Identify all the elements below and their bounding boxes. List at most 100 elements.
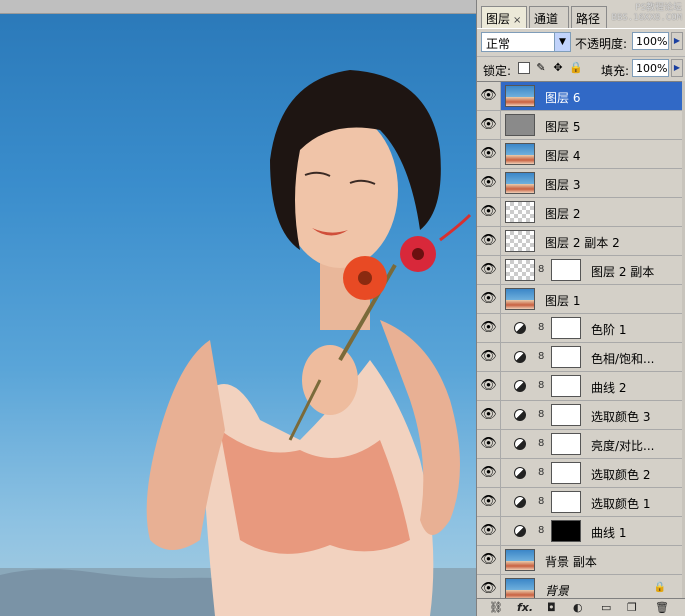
layer-name: 图层 4: [545, 149, 581, 163]
tab-channels[interactable]: 通道: [529, 6, 569, 28]
link-icon[interactable]: ⛓: [489, 601, 503, 615]
adjustment-layer-icon: [514, 380, 526, 392]
eye-icon[interactable]: 👁: [477, 82, 501, 110]
eye-icon[interactable]: 👁: [477, 285, 501, 313]
mask-link-icon[interactable]: 8: [538, 467, 544, 478]
lock-brush-icon[interactable]: ✎: [535, 62, 547, 74]
eye-icon[interactable]: 👁: [477, 517, 501, 545]
layer-row[interactable]: 👁 8 曲线 2: [477, 372, 685, 401]
layer-list: 👁 图层 6 👁 图层 5 👁 图层 4 👁 图层 3 👁 图层 2 👁 图层 2 副本 2 👁 8 图层 …: [477, 81, 685, 604]
petals: [439, 213, 472, 242]
layer-row[interactable]: 👁 图层 5: [477, 111, 685, 140]
eye-icon[interactable]: 👁: [477, 459, 501, 487]
eye-icon[interactable]: 👁: [477, 430, 501, 458]
layer-row[interactable]: 👁 8 色相/饱和...: [477, 343, 685, 372]
eye-icon[interactable]: 👁: [477, 256, 501, 284]
adjustment-layer-icon: [514, 438, 526, 450]
layer-name: 图层 2 副本 2: [545, 236, 620, 250]
layer-row[interactable]: 👁 8 曲线 1: [477, 517, 685, 546]
layer-name: 图层 3: [545, 178, 581, 192]
layer-row[interactable]: 👁 8 选取颜色 1: [477, 488, 685, 517]
mask-link-icon[interactable]: 8: [538, 525, 544, 536]
layer-name: 色阶 1: [591, 323, 627, 337]
layer-row[interactable]: 👁 图层 3: [477, 169, 685, 198]
layer-mask-thumbnail[interactable]: [551, 491, 581, 513]
eye-icon[interactable]: 👁: [477, 111, 501, 139]
layer-thumbnail[interactable]: [505, 85, 535, 107]
lock-move-icon[interactable]: ✥: [552, 62, 564, 74]
opacity-input[interactable]: 100%: [632, 32, 669, 50]
eye-icon[interactable]: 👁: [477, 198, 501, 226]
layer-mask-thumbnail[interactable]: [551, 433, 581, 455]
layer-row[interactable]: 👁 图层 2: [477, 198, 685, 227]
layer-row[interactable]: 👁 图层 6: [477, 82, 685, 111]
chevron-down-icon[interactable]: ▼: [554, 33, 570, 51]
lock-label: 锁定:: [483, 64, 512, 78]
layer-row[interactable]: 👁 8 选取颜色 3: [477, 401, 685, 430]
layer-row[interactable]: 👁 图层 2 副本 2: [477, 227, 685, 256]
layer-row[interactable]: 👁 8 选取颜色 2: [477, 459, 685, 488]
tab-close-icon[interactable]: ×: [513, 15, 521, 26]
eye-icon[interactable]: 👁: [477, 546, 501, 574]
layer-mask-thumbnail[interactable]: [551, 259, 581, 281]
layer-thumbnail[interactable]: [505, 172, 535, 194]
layer-thumbnail[interactable]: [505, 230, 535, 252]
tab-paths[interactable]: 路径: [571, 6, 607, 28]
mask-link-icon[interactable]: 8: [538, 380, 544, 391]
layer-thumbnail[interactable]: [505, 288, 535, 310]
blend-mode-value: 正常: [486, 37, 511, 51]
trash-icon[interactable]: 🗑: [655, 601, 669, 615]
layer-row[interactable]: 👁 背景 副本: [477, 546, 685, 575]
mask-icon[interactable]: ◘: [547, 601, 556, 615]
adjustment-layer-icon: [514, 351, 526, 363]
layer-mask-thumbnail[interactable]: [551, 462, 581, 484]
eye-icon[interactable]: 👁: [477, 372, 501, 400]
mask-link-icon[interactable]: 8: [538, 496, 544, 507]
layer-row[interactable]: 👁 图层 1: [477, 285, 685, 314]
eye-icon[interactable]: 👁: [477, 140, 501, 168]
photo-canvas[interactable]: [0, 0, 478, 616]
tab-paths-label: 路径: [576, 12, 601, 26]
lock-all-icon[interactable]: 🔒: [569, 62, 583, 74]
fill-arrow-icon[interactable]: ▶: [671, 59, 683, 77]
layer-lock-icon: 🔒: [653, 582, 666, 593]
layer-thumbnail[interactable]: [505, 549, 535, 571]
eye-icon[interactable]: 👁: [477, 488, 501, 516]
fill-value: 100%: [636, 62, 668, 75]
folder-icon[interactable]: ▭: [601, 601, 611, 615]
mask-link-icon[interactable]: 8: [538, 438, 544, 449]
blend-mode-select[interactable]: 正常 ▼: [481, 32, 571, 52]
eye-icon[interactable]: 👁: [477, 401, 501, 429]
layer-thumbnail[interactable]: [505, 259, 535, 281]
eye-icon[interactable]: 👁: [477, 169, 501, 197]
eye-icon[interactable]: 👁: [477, 227, 501, 255]
tab-layers[interactable]: 图层 ×: [481, 6, 527, 29]
mask-link-icon[interactable]: 8: [538, 322, 544, 333]
mask-link-icon[interactable]: 8: [538, 409, 544, 420]
layer-name: 选取颜色 3: [591, 410, 651, 424]
fill-input[interactable]: 100%: [632, 59, 669, 77]
layer-thumbnail[interactable]: [505, 114, 535, 136]
layer-mask-thumbnail[interactable]: [551, 346, 581, 368]
new-layer-icon[interactable]: ❐: [627, 601, 637, 615]
layer-row[interactable]: 👁 图层 4: [477, 140, 685, 169]
adjustment-icon[interactable]: ◐: [573, 601, 583, 615]
layer-thumbnail[interactable]: [505, 201, 535, 223]
layer-mask-thumbnail[interactable]: [551, 375, 581, 397]
opacity-arrow-icon[interactable]: ▶: [671, 32, 683, 50]
layer-mask-thumbnail[interactable]: [551, 404, 581, 426]
mask-link-icon[interactable]: 8: [538, 351, 544, 362]
layer-mask-thumbnail[interactable]: [551, 520, 581, 542]
layer-row[interactable]: 👁 8 图层 2 副本: [477, 256, 685, 285]
layer-thumbnail[interactable]: [505, 143, 535, 165]
eye-icon[interactable]: 👁: [477, 343, 501, 371]
layer-row[interactable]: 👁 8 色阶 1: [477, 314, 685, 343]
mask-link-icon[interactable]: 8: [538, 264, 544, 275]
fx-icon[interactable]: fx.: [517, 601, 533, 615]
layers-panel: 图层 × 通道 路径 PS教程论坛 BBS.16XX8.COM 正常 ▼ 不透明度…: [476, 0, 685, 616]
layer-thumbnail[interactable]: [505, 578, 535, 600]
lock-transparency-icon[interactable]: [518, 62, 530, 74]
layer-row[interactable]: 👁 8 亮度/对比...: [477, 430, 685, 459]
layer-mask-thumbnail[interactable]: [551, 317, 581, 339]
eye-icon[interactable]: 👁: [477, 314, 501, 342]
